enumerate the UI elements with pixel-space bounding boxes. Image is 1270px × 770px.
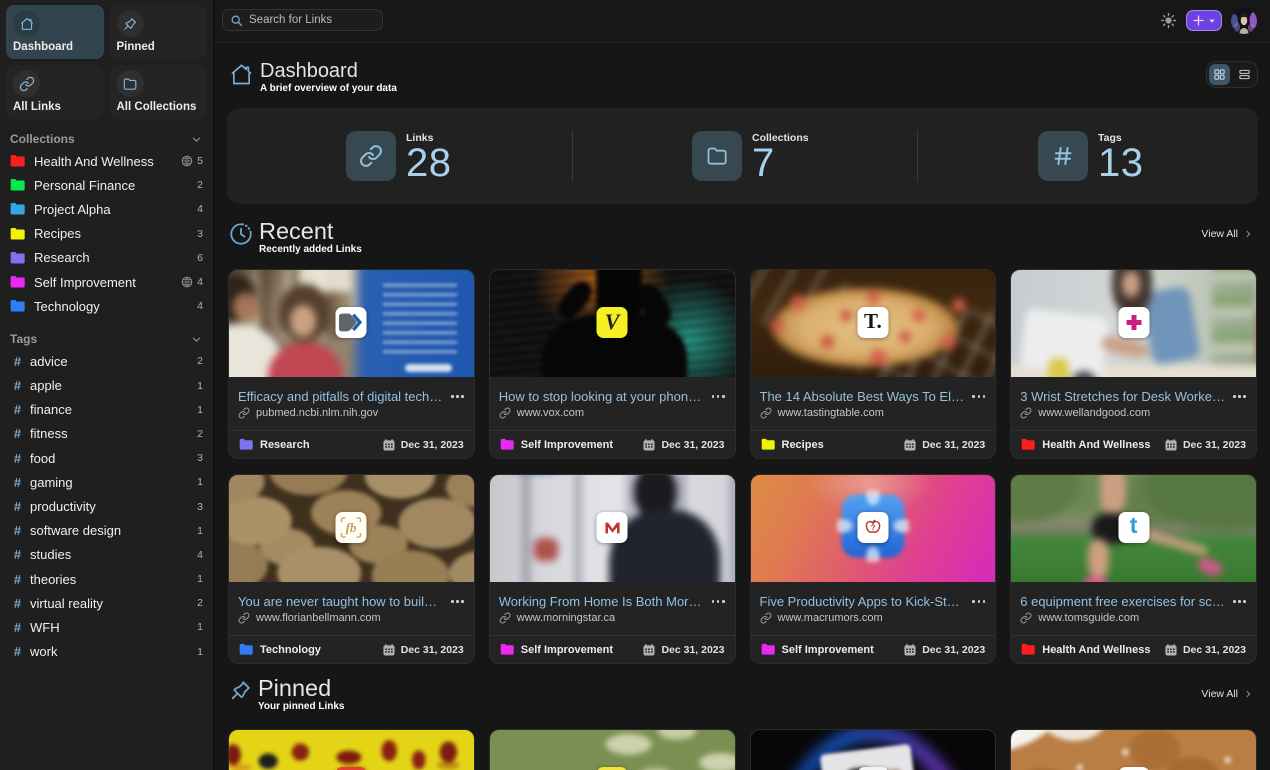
- svg-text:fb: fb: [346, 520, 357, 535]
- svg-text:?: ?: [870, 524, 875, 533]
